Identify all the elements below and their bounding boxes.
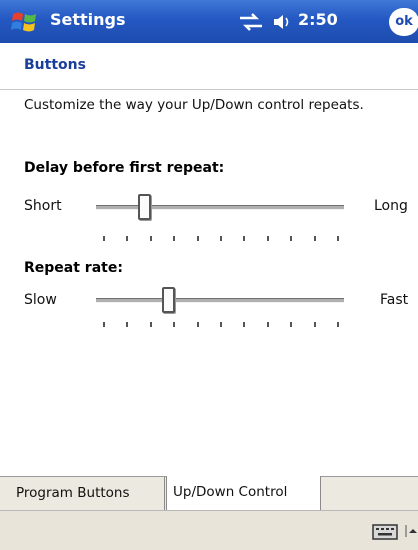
delay-slider-tick (267, 236, 269, 241)
ok-button[interactable]: ok (389, 8, 418, 36)
rate-slider-tick (150, 322, 152, 327)
delay-slider-tick (173, 236, 175, 241)
rate-slider-tick (243, 322, 245, 327)
rate-slider-tick (173, 322, 175, 327)
delay-min-label: Short (24, 198, 62, 214)
app-title: Settings (50, 10, 126, 29)
keyboard-icon[interactable] (372, 524, 398, 540)
description-text: Customize the way your Up/Down control r… (24, 97, 364, 113)
rate-slider-tick (126, 322, 128, 327)
menu-bar (0, 510, 418, 550)
delay-slider-tick (290, 236, 292, 241)
start-icon[interactable] (10, 8, 38, 36)
rate-slider-tick (103, 322, 105, 327)
rate-slider-tick (290, 322, 292, 327)
rate-slider-tick (220, 322, 222, 327)
input-menu-arrow-icon[interactable] (404, 523, 418, 539)
rate-max-label: Fast (380, 292, 409, 308)
rate-slider-tick (197, 322, 199, 327)
rate-slider-tick (337, 322, 339, 327)
delay-slider-tick (220, 236, 222, 241)
page-header: Buttons (0, 43, 418, 90)
tab-program-buttons[interactable]: Program Buttons (10, 477, 165, 511)
connectivity-icon[interactable] (238, 13, 264, 31)
delay-max-label: Long (374, 198, 408, 214)
delay-slider-ticks (103, 236, 339, 242)
tab-strip: Program Buttons Up/Down Control (0, 476, 418, 511)
delay-slider-track[interactable] (96, 205, 344, 210)
delay-slider-tick (243, 236, 245, 241)
rate-slider-tick (314, 322, 316, 327)
rate-min-label: Slow (24, 292, 57, 308)
delay-section-title: Delay before first repeat: (24, 160, 225, 176)
rate-slider-ticks (103, 322, 339, 328)
delay-slider-tick (197, 236, 199, 241)
page-title: Buttons (24, 57, 86, 73)
tab-up-down-control[interactable]: Up/Down Control (166, 476, 321, 511)
rate-slider-tick (267, 322, 269, 327)
delay-slider-tick (150, 236, 152, 241)
delay-slider-tick (337, 236, 339, 241)
rate-slider-thumb[interactable] (162, 287, 175, 313)
delay-slider-tick (126, 236, 128, 241)
speaker-icon[interactable] (272, 12, 292, 32)
delay-slider-tick (314, 236, 316, 241)
rate-slider-track[interactable] (96, 298, 344, 303)
delay-slider-thumb[interactable] (138, 194, 151, 220)
rate-section-title: Repeat rate: (24, 260, 123, 276)
title-bar: Settings 2:50 ok (0, 0, 418, 43)
delay-slider-tick (103, 236, 105, 241)
clock[interactable]: 2:50 (298, 10, 338, 29)
